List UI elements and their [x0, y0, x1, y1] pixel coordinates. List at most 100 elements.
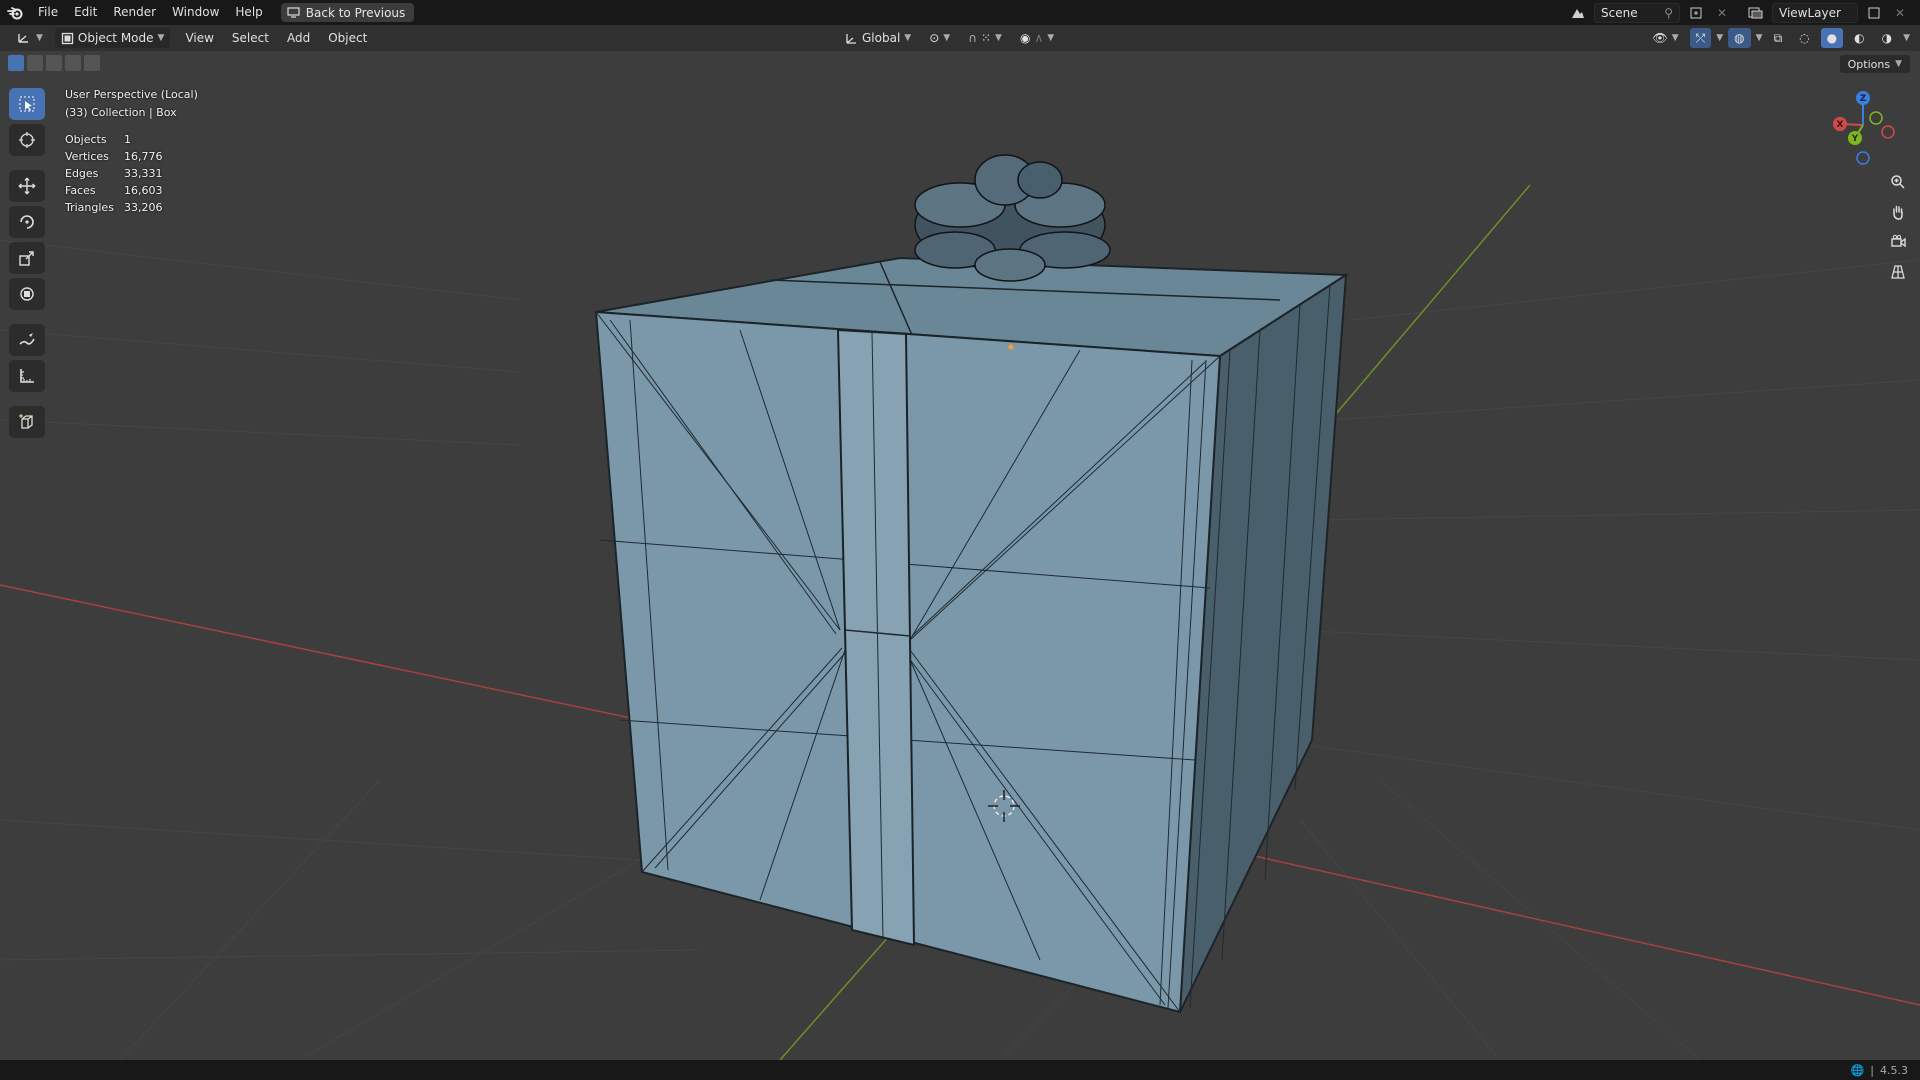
select-subtract-icon[interactable] [46, 55, 62, 71]
pan-hand-icon[interactable] [1885, 200, 1911, 224]
pin-icon[interactable]: ⚲ [1664, 6, 1673, 20]
select-new-icon[interactable] [8, 55, 24, 71]
back-to-previous-button[interactable]: Back to Previous [280, 3, 415, 22]
blender-logo-icon[interactable] [0, 0, 30, 25]
chevron-down-icon: ▼ [943, 33, 951, 43]
view-layer-browse-icon[interactable] [1746, 4, 1766, 22]
cursor-tool[interactable] [9, 124, 45, 156]
chevron-down-icon: ▼ [157, 33, 165, 43]
falloff-icon: ∧ [1034, 31, 1044, 45]
selection-mode-buttons [8, 55, 100, 71]
menu-add[interactable]: Add [278, 31, 319, 45]
menu-render[interactable]: Render [105, 0, 164, 25]
new-scene-icon[interactable] [1686, 4, 1706, 22]
measure-tool[interactable] [9, 360, 45, 392]
chevron-down-icon[interactable]: ▼ [1903, 33, 1910, 43]
stat-row-edges: Edges 33,331 [65, 165, 198, 182]
stat-label: Faces [65, 184, 96, 197]
select-invert-icon[interactable] [65, 55, 81, 71]
menu-object[interactable]: Object [319, 31, 376, 45]
stat-row-objects: Objects 1 [65, 131, 198, 148]
transform-orientation-dropdown[interactable]: Global ▼ [838, 28, 917, 48]
snap-toggle[interactable]: ∩ ⁙ ▼ [962, 28, 1008, 48]
3d-viewport[interactable] [0, 51, 1920, 1060]
options-label: Options [1847, 57, 1891, 71]
scene-name-field[interactable]: Scene ⚲ [1594, 2, 1680, 23]
scene-browse-icon[interactable] [1568, 4, 1588, 22]
shading-solid-button[interactable]: ● [1820, 28, 1844, 48]
overlays-toggle[interactable]: ◍ [1728, 28, 1751, 48]
transform-tool[interactable] [9, 278, 45, 310]
delete-view-layer-icon[interactable]: ✕ [1890, 4, 1910, 22]
viewport-canvas [0, 154, 1920, 1060]
pivot-point-dropdown[interactable]: ⊙ ▼ [923, 28, 956, 48]
menu-window[interactable]: Window [164, 0, 227, 25]
editor-type-dropdown[interactable]: ▼ [10, 28, 49, 48]
stat-row-faces: Faces 16,603 [65, 182, 198, 199]
gizmo-y-label: Y [1851, 134, 1859, 144]
transform-icon [20, 287, 34, 301]
add-cube-tool[interactable] [9, 406, 45, 438]
active-collection-label: (33) Collection | Box [65, 106, 177, 119]
snap-grid-icon: ⁙ [980, 31, 992, 45]
x-axis-line [1249, 854, 1920, 1006]
chevron-down-icon: ▼ [995, 33, 1002, 43]
scale-icon [19, 251, 34, 266]
status-separator: | [1870, 1063, 1874, 1077]
select-intersect-icon[interactable] [84, 55, 100, 71]
menu-select[interactable]: Select [223, 31, 278, 45]
chevron-down-icon: ▼ [36, 33, 43, 43]
stat-value: 33,206 [124, 201, 163, 214]
gizmo-neg-z-axis[interactable] [1856, 151, 1870, 165]
viewport-info-overlay: User Perspective (Local) (33) Collection… [65, 86, 198, 216]
perspective-grid-icon[interactable] [1885, 260, 1911, 284]
shading-rendered-button[interactable]: ◑ [1876, 28, 1898, 48]
mode-label: Object Mode [77, 31, 154, 45]
visibility-dropdown[interactable]: 👁 ▼ [1646, 28, 1684, 48]
pivot-icon: ⊙ [929, 31, 940, 45]
chevron-down-icon[interactable]: ▼ [1756, 33, 1763, 43]
cursor-arrow-icon [19, 96, 35, 112]
global-axes-icon [846, 33, 856, 44]
camera-view-icon[interactable] [1885, 230, 1911, 254]
zoom-icon[interactable] [1885, 170, 1911, 194]
scale-tool[interactable] [9, 242, 45, 274]
globe-icon: 🌐 [1850, 1063, 1865, 1077]
xray-toggle[interactable]: ⧉ [1768, 28, 1789, 48]
gizmo-x-label: X [1837, 120, 1844, 130]
eye-icon: 👁 [1652, 31, 1668, 45]
stat-value: 33,331 [124, 167, 163, 180]
shading-material-button[interactable]: ◐ [1848, 28, 1870, 48]
stat-label: Objects [65, 133, 107, 146]
view-layer-field[interactable]: ViewLayer [1772, 2, 1858, 23]
gizmo-toggle[interactable]: ⤱ [1689, 28, 1712, 48]
navigation-gizmo[interactable]: Z X Y [1818, 88, 1908, 168]
chevron-down-icon[interactable]: ▼ [1716, 33, 1723, 43]
magnet-icon: ∩ [968, 31, 977, 45]
header-center-tools: Global ▼ ⊙ ▼ ∩ ⁙ ▼ ◉ ∧ ▼ [838, 28, 1060, 48]
gizmo-neg-y-axis[interactable] [1869, 111, 1883, 125]
mode-dropdown[interactable]: Object Mode ▼ [54, 28, 171, 48]
annotate-tool[interactable] [9, 324, 45, 356]
add-cube-icon [19, 414, 33, 429]
tool-shelf [9, 88, 45, 438]
menu-help[interactable]: Help [227, 0, 270, 25]
new-view-layer-icon[interactable] [1864, 4, 1884, 22]
menu-edit[interactable]: Edit [66, 0, 105, 25]
rotate-tool[interactable] [9, 206, 45, 238]
top-menu-bar: File Edit Render Window Help Back to Pre… [0, 0, 1920, 25]
shading-wireframe-button[interactable]: ◌ [1793, 28, 1815, 48]
menu-view[interactable]: View [176, 31, 222, 45]
select-extend-icon[interactable] [27, 55, 43, 71]
delete-scene-icon[interactable]: ✕ [1712, 4, 1732, 22]
proportional-editing-toggle[interactable]: ◉ ∧ ▼ [1014, 28, 1060, 48]
select-box-tool[interactable] [9, 88, 45, 120]
options-dropdown[interactable]: Options ▼ [1839, 55, 1910, 73]
chevron-down-icon: ▼ [904, 33, 912, 43]
menu-file[interactable]: File [30, 0, 66, 25]
move-tool[interactable] [9, 170, 45, 202]
object-origin [1008, 344, 1014, 350]
gizmo-neg-x-axis[interactable] [1881, 125, 1895, 139]
y-axis-line [779, 934, 891, 1060]
move-arrows-icon [18, 177, 36, 195]
